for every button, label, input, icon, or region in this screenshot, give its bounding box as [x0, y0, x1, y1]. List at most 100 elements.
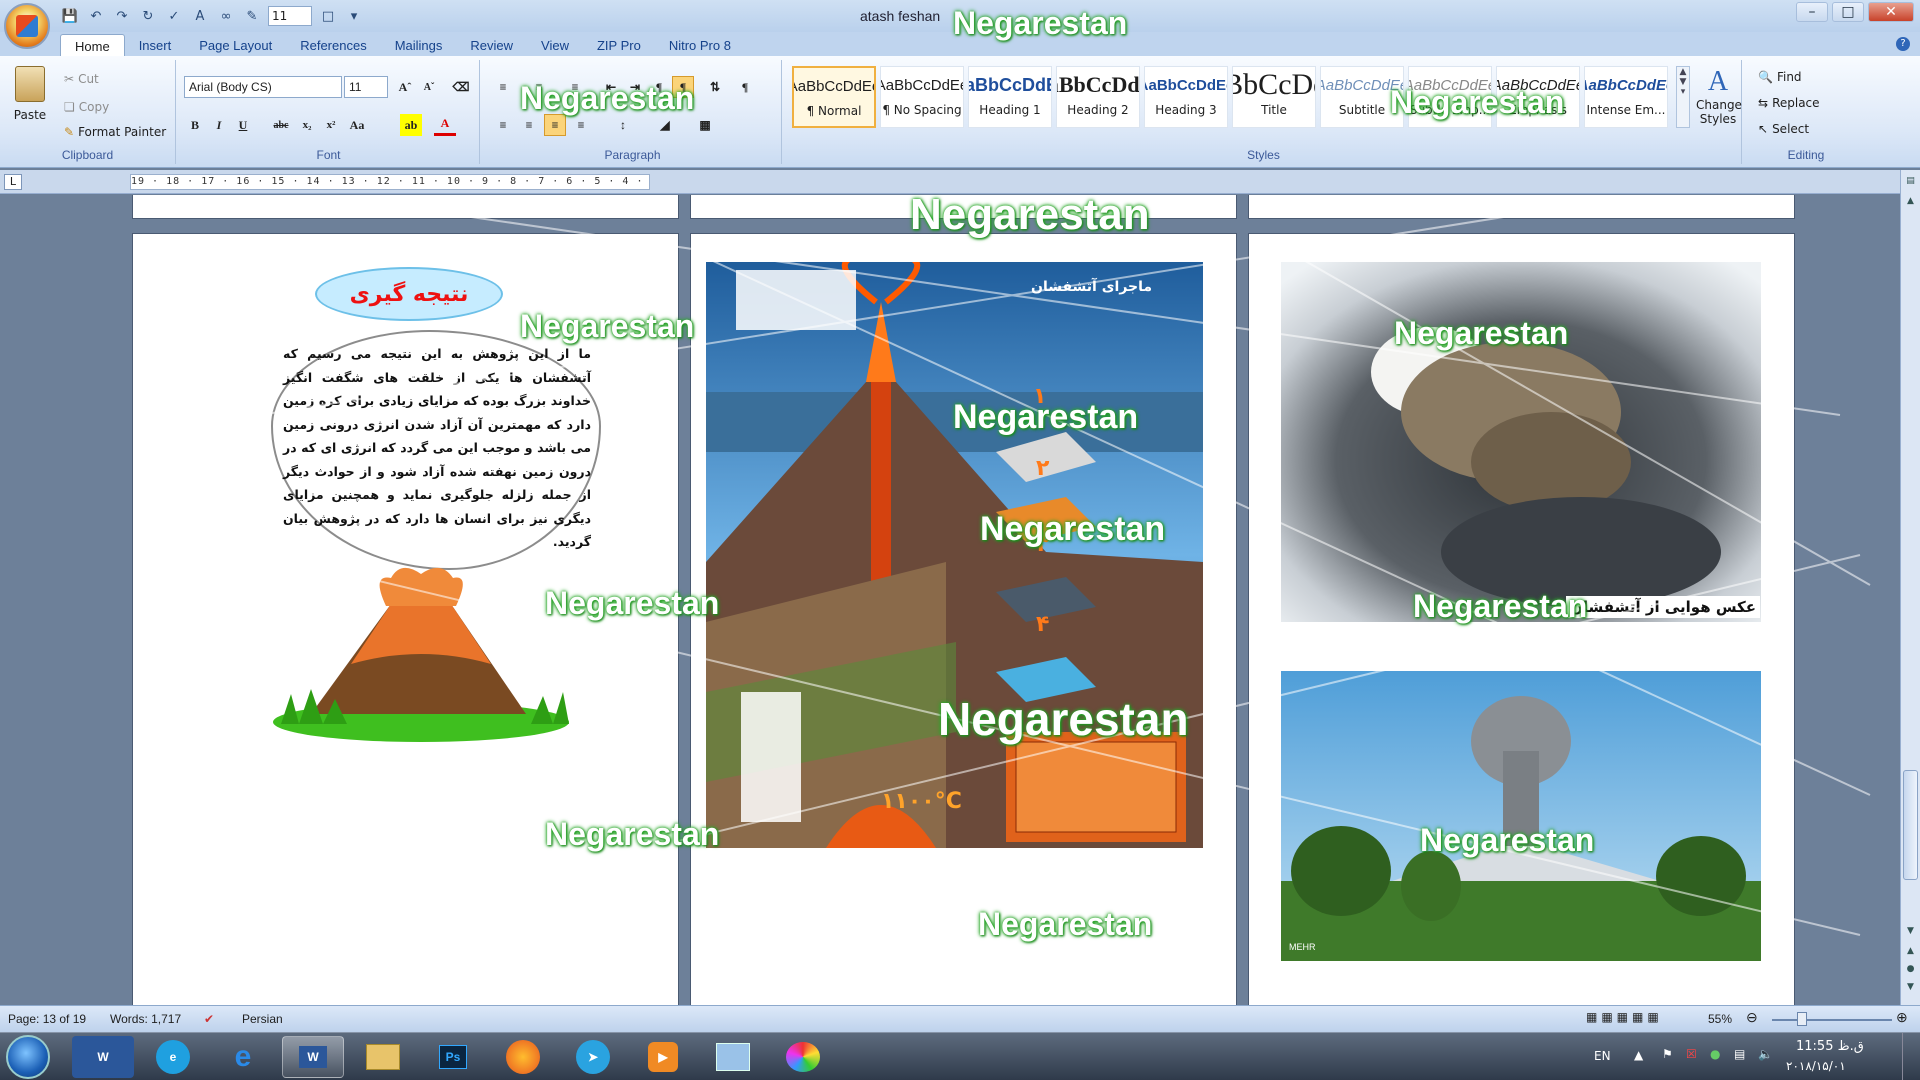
align-center-icon[interactable]: ≡	[518, 114, 540, 136]
style-emphasis[interactable]: AaBbCcDdEe Emphasis	[1496, 66, 1580, 128]
security-icon[interactable]: ☒	[1686, 1047, 1697, 1061]
font-size-select[interactable]: 11	[344, 76, 388, 98]
minimize-button[interactable]: –	[1796, 2, 1828, 22]
underline-button[interactable]: U	[232, 114, 254, 136]
font-family-select[interactable]: Arial (Body CS)	[184, 76, 342, 98]
style-heading-3[interactable]: AaBbCcDdEe Heading 3	[1144, 66, 1228, 128]
subscript-button[interactable]: x₂	[296, 114, 318, 136]
format-painter-button[interactable]: ✎ Format Painter	[64, 125, 166, 139]
style-title[interactable]: AaBbCcDdEe Title	[1232, 66, 1316, 128]
paste-button[interactable]: Paste	[8, 66, 52, 122]
ie-taskbar-icon[interactable]: e	[212, 1036, 274, 1078]
word-open-taskbar-icon[interactable]: W	[282, 1036, 344, 1078]
select-browse-object-icon[interactable]: ●	[1901, 964, 1920, 978]
show-marks-icon[interactable]: ¶	[734, 76, 756, 98]
tab-zip-pro[interactable]: ZIP Pro	[583, 34, 655, 58]
styles-scroll[interactable]: ▲ ▼ ▾	[1676, 66, 1690, 128]
page-infographic[interactable]: ماجرای آتشفشان ۱۱۰۰°C ۱ ۲ ۳ ۴	[690, 233, 1237, 1005]
repeat-icon[interactable]: ↻	[138, 7, 158, 25]
scroll-thumb[interactable]	[1903, 770, 1918, 880]
style-subtle-emp[interactable]: AaBbCcDdEe Subtle Emp...	[1408, 66, 1492, 128]
office-button[interactable]	[4, 3, 50, 49]
photoshop-taskbar-icon[interactable]: Ps	[422, 1036, 484, 1078]
bullets-icon[interactable]: ≡	[492, 76, 514, 98]
scroll-down-icon[interactable]: ▼	[1901, 926, 1920, 940]
grow-font-icon[interactable]: Aˆ	[394, 76, 416, 98]
shrink-font-icon[interactable]: Aˇ	[418, 76, 440, 98]
network-taskbar-icon[interactable]	[702, 1036, 764, 1078]
next-page-icon[interactable]: ▼	[1901, 982, 1920, 996]
shading-icon[interactable]: ◢	[654, 114, 676, 136]
zoom-level[interactable]: 55%	[1708, 1012, 1732, 1026]
style-heading-1[interactable]: AaBbCcDdEe Heading 1	[968, 66, 1052, 128]
draw-icon[interactable]: ✎	[242, 7, 262, 25]
media-player-taskbar-icon[interactable]: ▶	[632, 1036, 694, 1078]
redo-icon[interactable]: ↷	[112, 7, 132, 25]
replace-button[interactable]: ⇆ Replace	[1758, 96, 1820, 110]
app-tray-icon[interactable]: ●	[1710, 1047, 1720, 1061]
scroll-up-icon[interactable]: ▲	[1901, 196, 1920, 210]
telegram-taskbar-icon[interactable]: ➤	[562, 1036, 624, 1078]
show-desktop-button[interactable]	[1902, 1033, 1916, 1080]
spelling-icon[interactable]: ✓	[164, 7, 184, 25]
copy-button[interactable]: ❏ Copy	[64, 100, 109, 114]
input-language[interactable]: EN	[1594, 1049, 1611, 1063]
zoom-out-icon[interactable]: ⊖	[1746, 1009, 1758, 1026]
change-styles-button[interactable]: A Change Styles	[1696, 66, 1742, 126]
volume-icon[interactable]: 🔈	[1758, 1047, 1773, 1061]
page-count[interactable]: Page: 13 of 19	[8, 1012, 86, 1026]
ltr-icon[interactable]: ¶	[648, 76, 670, 98]
style-no-spacing[interactable]: AaBbCcDdEe ¶ No Spacing	[880, 66, 964, 128]
zoom-slider-handle[interactable]	[1797, 1012, 1807, 1026]
save-icon[interactable]: 💾	[60, 7, 80, 25]
tab-home[interactable]: Home	[60, 34, 125, 58]
word-count[interactable]: Words: 1,717	[110, 1012, 181, 1026]
page-conclusion[interactable]: نتیجه گیری ما از این پژوهش به این نتیجه …	[132, 233, 679, 1005]
tab-insert[interactable]: Insert	[125, 34, 186, 58]
new-document-icon[interactable]: □	[318, 7, 338, 25]
decrease-indent-icon[interactable]: ⇤	[600, 76, 622, 98]
clock-time[interactable]: 11:55 ق.ظ	[1796, 1039, 1864, 1054]
superscript-button[interactable]: x²	[320, 114, 342, 136]
style-intense-em[interactable]: AaBbCcDdEe Intense Em...	[1584, 66, 1668, 128]
start-button[interactable]	[6, 1035, 50, 1079]
language-indicator[interactable]: Persian	[242, 1012, 283, 1026]
tab-review[interactable]: Review	[456, 34, 527, 58]
tab-references[interactable]: References	[286, 34, 380, 58]
vertical-scrollbar[interactable]: ▤ ▲ ▼ ▲ ● ▼	[1900, 170, 1920, 1010]
customize-qat-icon[interactable]: ▾	[344, 7, 364, 25]
strikethrough-button[interactable]: abc	[270, 114, 292, 136]
page-photos[interactable]: عکس هوایی از آتشفشان MEHR	[1248, 233, 1795, 1005]
highlight-icon[interactable]: ab	[400, 114, 422, 136]
bold-button[interactable]: B	[184, 114, 206, 136]
increase-indent-icon[interactable]: ⇥	[624, 76, 646, 98]
rtl-icon[interactable]: ¶	[672, 76, 694, 98]
style-normal[interactable]: AaBbCcDdEe ¶ Normal	[792, 66, 876, 128]
view-buttons[interactable]: ▦▦▦▦▦	[1586, 1010, 1706, 1024]
font-color-icon[interactable]: A	[434, 114, 456, 136]
tab-nitro-pro-8[interactable]: Nitro Pro 8	[655, 34, 745, 58]
action-center-icon[interactable]: ⚑	[1662, 1047, 1673, 1061]
align-left-icon[interactable]: ≡	[492, 114, 514, 136]
line-spacing-icon[interactable]: ↕	[612, 114, 634, 136]
tab-view[interactable]: View	[527, 34, 583, 58]
explorer-taskbar-icon[interactable]	[352, 1036, 414, 1078]
tray-expand-icon[interactable]: ▲	[1634, 1048, 1643, 1062]
horizontal-ruler[interactable]: 19 · 18 · 17 · 16 · 15 · 14 · 13 · 12 · …	[130, 174, 650, 190]
word-taskbar-icon[interactable]: W	[72, 1036, 134, 1078]
close-button[interactable]: ✕	[1868, 2, 1914, 22]
tab-mailings[interactable]: Mailings	[381, 34, 457, 58]
style-subtitle[interactable]: AaBbCcDdEe Subtitle	[1320, 66, 1404, 128]
previous-page-icon[interactable]: ▲	[1901, 946, 1920, 960]
borders-icon[interactable]: ▦	[694, 114, 716, 136]
select-button[interactable]: ↖ Select	[1758, 122, 1809, 136]
italic-button[interactable]: I	[208, 114, 230, 136]
qat-font-size[interactable]: 11	[268, 6, 312, 26]
symbol-icon[interactable]: ∞	[216, 7, 236, 25]
network-icon[interactable]: ▤	[1734, 1047, 1745, 1061]
justify-icon[interactable]: ≡	[570, 114, 592, 136]
undo-icon[interactable]: ↶	[86, 7, 106, 25]
align-right-icon[interactable]: ≡	[544, 114, 566, 136]
edge-taskbar-icon[interactable]: e	[142, 1036, 204, 1078]
clock-date[interactable]: ۲۰۱۸/۱۵/۰۱	[1786, 1059, 1846, 1073]
